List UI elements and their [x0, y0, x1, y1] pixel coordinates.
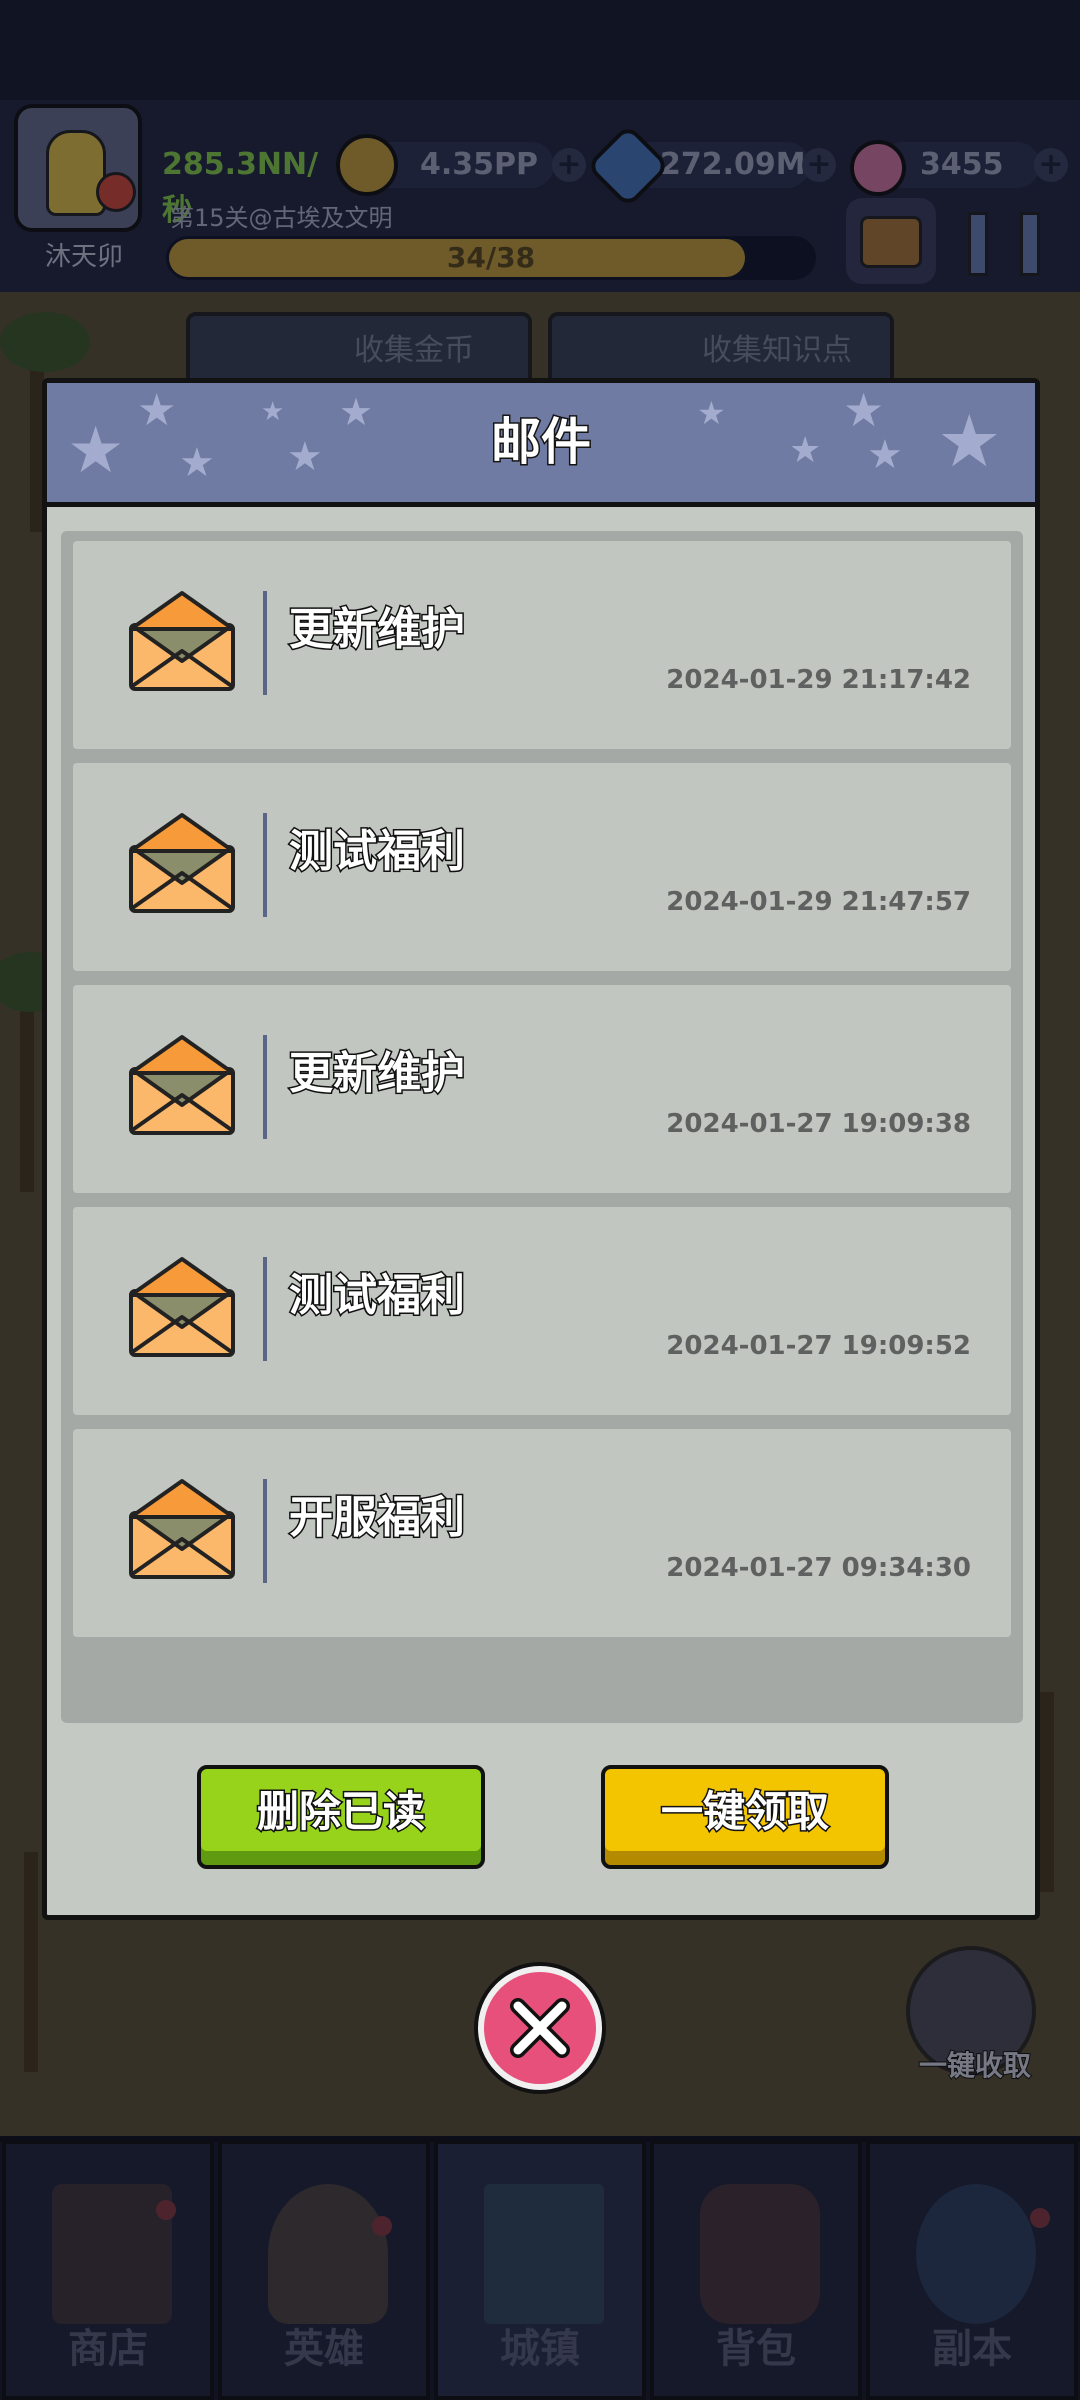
item-divider	[263, 1035, 267, 1139]
envelope-icon	[129, 1257, 235, 1357]
item-divider	[263, 591, 267, 695]
mail-dialog: ★ ★ ★ ★ ★ ★ ★ ★ ★ ★ ★ 邮件 更新维护 2024-01-29…	[42, 378, 1040, 1920]
mail-subject: 测试福利	[288, 825, 467, 879]
mail-item[interactable]: 测试福利 2024-01-27 19:09:52	[73, 1207, 1011, 1415]
mail-dialog-title: 邮件	[490, 412, 593, 473]
mail-timestamp: 2024-01-27 09:34:30	[666, 1553, 971, 1583]
claim-all-button[interactable]: 一键领取	[601, 1765, 889, 1869]
mail-item[interactable]: 测试福利 2024-01-29 21:47:57	[73, 763, 1011, 971]
mail-item[interactable]: 开服福利 2024-01-27 09:34:30	[73, 1429, 1011, 1637]
mail-subject: 开服福利	[288, 1491, 467, 1545]
mail-dialog-header: ★ ★ ★ ★ ★ ★ ★ ★ ★ ★ ★ 邮件	[47, 383, 1035, 507]
mail-subject: 测试福利	[288, 1269, 467, 1323]
item-divider	[263, 1479, 267, 1583]
envelope-icon	[129, 813, 235, 913]
mail-item[interactable]: 更新维护 2024-01-29 21:17:42	[73, 541, 1011, 749]
mail-timestamp: 2024-01-27 19:09:38	[666, 1109, 971, 1139]
mail-timestamp: 2024-01-29 21:47:57	[666, 887, 971, 917]
close-button[interactable]	[478, 1966, 602, 2090]
item-divider	[263, 813, 267, 917]
envelope-icon	[129, 591, 235, 691]
envelope-icon	[129, 1035, 235, 1135]
delete-read-button[interactable]: 删除已读	[197, 1765, 485, 1869]
mail-item[interactable]: 更新维护 2024-01-27 19:09:38	[73, 985, 1011, 1193]
mail-timestamp: 2024-01-27 19:09:52	[666, 1331, 971, 1361]
envelope-icon	[129, 1479, 235, 1579]
mail-subject: 更新维护	[288, 1047, 467, 1101]
close-icon	[510, 1998, 570, 2058]
mail-list: 更新维护 2024-01-29 21:17:42 测试福利 2024-01-29…	[61, 531, 1023, 1723]
item-divider	[263, 1257, 267, 1361]
mail-subject: 更新维护	[288, 603, 467, 657]
mail-timestamp: 2024-01-29 21:17:42	[666, 665, 971, 695]
